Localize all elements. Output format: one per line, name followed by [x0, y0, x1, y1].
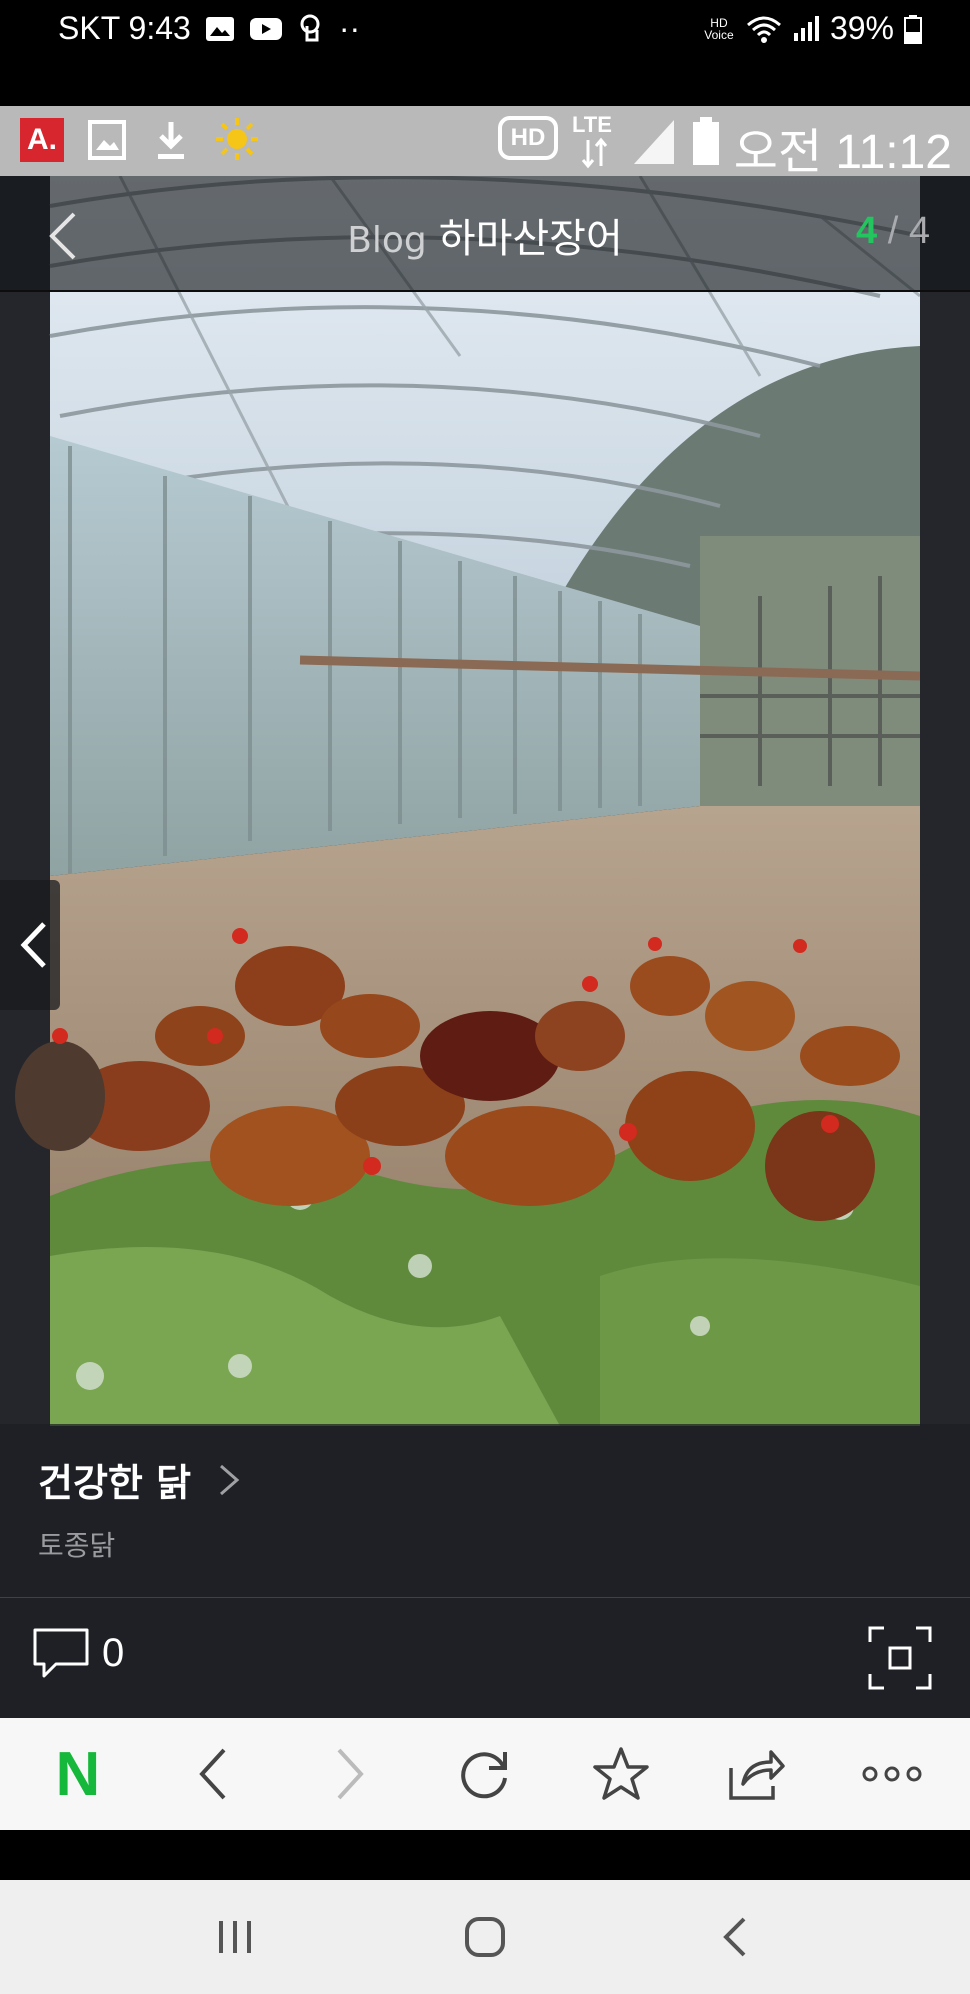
viewer-actions: 0	[0, 1598, 970, 1718]
lte-indicator: LTE	[572, 112, 612, 137]
previous-photo-button[interactable]	[0, 880, 60, 1010]
battery-icon	[904, 14, 922, 44]
gallery-icon	[205, 16, 234, 41]
captured-status-bar: A. HD LTE 오전 11:12	[0, 106, 970, 179]
browser-back-button[interactable]	[174, 1734, 254, 1814]
system-nav-bar	[0, 1880, 970, 1994]
system-back-button[interactable]	[690, 1892, 780, 1982]
caption-title: 건강한 닭	[38, 1461, 192, 1505]
naver-home-button[interactable]: N	[38, 1734, 118, 1814]
caption-title-row[interactable]: 건강한 닭	[38, 1452, 241, 1507]
star-icon	[592, 1747, 649, 1800]
viewer-header: Blog 하마산장어 4 / 4	[0, 176, 970, 292]
reload-icon	[461, 1752, 507, 1799]
battery-percent: 39%	[829, 10, 894, 46]
touch-icon	[300, 14, 320, 41]
naver-logo: N	[55, 1739, 101, 1809]
share-icon	[729, 1750, 786, 1800]
image-icon	[88, 120, 126, 160]
chevron-left-icon	[20, 922, 46, 968]
counter-separator: /	[877, 210, 909, 252]
cell-signal-icon	[634, 120, 674, 164]
bookmark-button[interactable]	[581, 1734, 661, 1814]
recent-apps-icon	[219, 1921, 251, 1953]
comment-button[interactable]: 0	[32, 1626, 124, 1680]
home-icon	[465, 1917, 505, 1957]
more-notifications: ··	[338, 10, 361, 46]
system-status-bar: SKT 9:43 ·· HD Voice 39%	[0, 0, 970, 106]
signal-icon	[793, 15, 819, 41]
home-button[interactable]	[440, 1892, 530, 1982]
chevron-right-icon	[220, 1464, 240, 1495]
caption-subtitle: 토종닭	[38, 1529, 116, 1562]
recent-apps-button[interactable]	[190, 1892, 280, 1982]
comment-count: 0	[102, 1630, 125, 1675]
more-dots-icon	[862, 1766, 922, 1782]
more-button[interactable]	[852, 1734, 932, 1814]
carrier-time: SKT 9:43	[58, 10, 191, 46]
arrow-back-icon	[198, 1748, 226, 1800]
captured-clock: 오전 11:12	[733, 126, 952, 179]
hd-voice-badge: HD Voice	[704, 15, 734, 42]
arrow-forward-icon	[337, 1748, 364, 1800]
blog-label: Blog	[347, 220, 427, 261]
acrobat-icon: A.	[20, 118, 64, 162]
photo-counter: 4 / 4	[856, 210, 930, 253]
browser-forward-button[interactable]	[309, 1734, 389, 1814]
counter-current: 4	[856, 210, 878, 252]
wifi-icon	[746, 16, 781, 43]
fullscreen-icon[interactable]	[868, 1626, 932, 1690]
lte-arrows-icon	[581, 137, 608, 169]
blog-name[interactable]: 하마산장어	[439, 216, 623, 262]
comment-icon	[33, 1628, 89, 1678]
hd-badge: HD	[498, 116, 558, 160]
reload-button[interactable]	[445, 1734, 525, 1814]
counter-total: 4	[908, 210, 930, 252]
sun-icon	[216, 118, 258, 160]
separator	[0, 1830, 970, 1880]
system-back-icon	[723, 1917, 746, 1957]
browser-toolbar: N	[0, 1718, 970, 1830]
battery-icon-captured	[693, 117, 719, 165]
photo-caption[interactable]: 건강한 닭 토종닭	[0, 1424, 970, 1598]
viewer-title: Blog 하마산장어	[0, 206, 970, 264]
download-icon	[158, 122, 184, 159]
youtube-icon	[249, 17, 282, 40]
share-button[interactable]	[716, 1734, 796, 1814]
